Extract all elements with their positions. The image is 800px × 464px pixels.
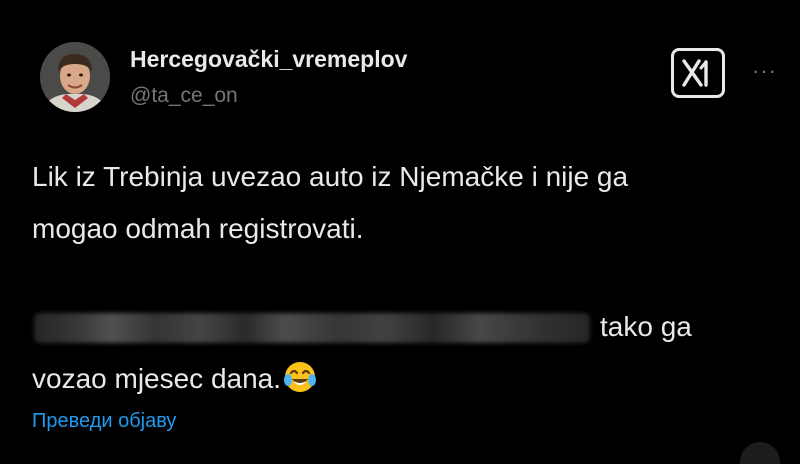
more-horizontal-icon[interactable]: ··· — [752, 58, 777, 84]
profile-photo-icon — [40, 42, 110, 112]
tweet-text-line-3: tako ga — [600, 311, 692, 342]
avatar[interactable] — [40, 42, 110, 112]
tweet-text-line-4: vozao mjesec dana. — [32, 360, 317, 402]
translate-post-link[interactable]: Преведи објаву — [32, 410, 176, 433]
tweet-text-line-1: Lik iz Trebinja uvezao auto iz Njemačke … — [32, 161, 629, 192]
tears-of-joy-emoji-icon — [283, 360, 317, 402]
x-logo-icon[interactable] — [671, 48, 725, 98]
tweet-text-line-2: mogao odmah registrovati. — [32, 213, 364, 244]
tweet-text-line-4-text: vozao mjesec dana. — [32, 363, 282, 394]
x-logo-glyph — [682, 59, 708, 87]
redacted-text-block — [34, 313, 590, 343]
corner-overlay — [740, 442, 780, 464]
display-name[interactable]: Hercegovački_vremeplov — [130, 46, 407, 73]
user-handle[interactable]: @ta_ce_on — [130, 84, 238, 108]
